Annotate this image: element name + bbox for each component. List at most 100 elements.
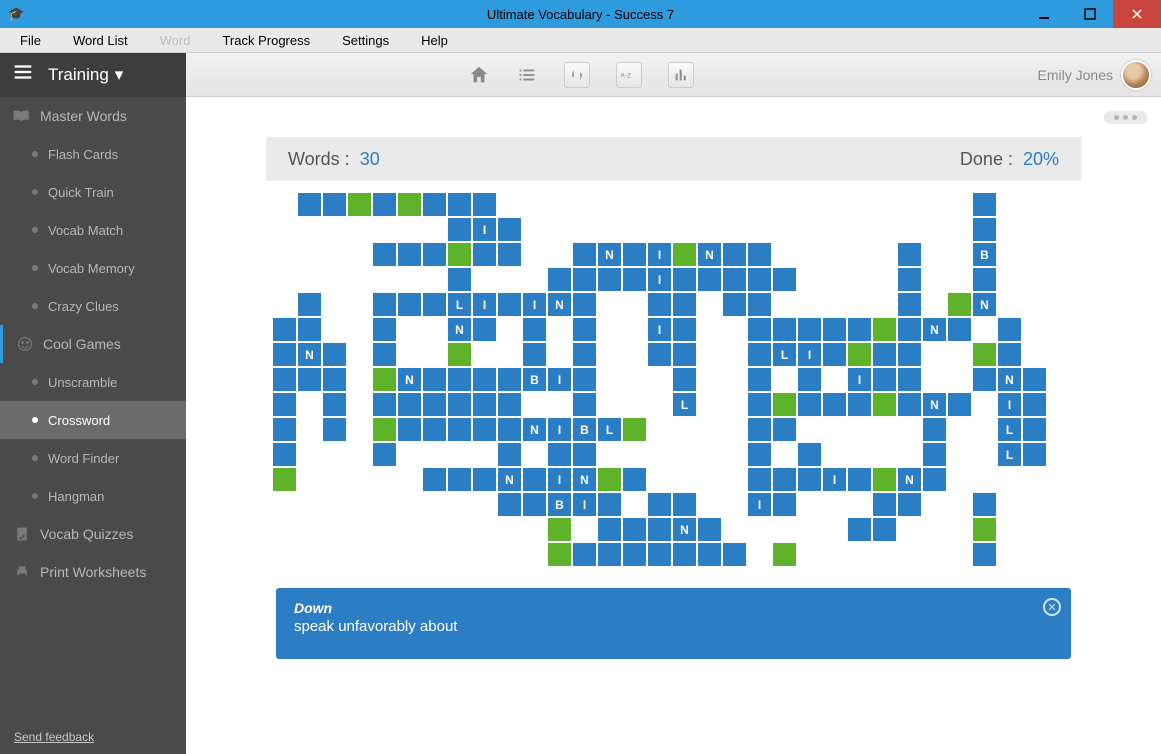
crossword-cell[interactable]: I (798, 343, 821, 366)
crossword-cell[interactable] (623, 468, 646, 491)
crossword-cell[interactable] (573, 343, 596, 366)
crossword-cell[interactable] (523, 468, 546, 491)
crossword-cell[interactable] (923, 418, 946, 441)
crossword-cell[interactable] (498, 218, 521, 241)
crossword-cell[interactable] (323, 418, 346, 441)
crossword-cell[interactable] (898, 343, 921, 366)
crossword-cell[interactable] (573, 543, 596, 566)
crossword-cell[interactable] (473, 393, 496, 416)
crossword-cell[interactable] (523, 318, 546, 341)
crossword-cell[interactable] (273, 443, 296, 466)
crossword-cell[interactable] (748, 368, 771, 391)
crossword-cell[interactable] (873, 468, 896, 491)
crossword-cell[interactable] (748, 293, 771, 316)
crossword-cell[interactable] (423, 418, 446, 441)
az-icon[interactable]: A-Z (616, 62, 642, 88)
crossword-cell[interactable] (398, 193, 421, 216)
crossword-cell[interactable] (1023, 368, 1046, 391)
crossword-cell[interactable]: L (998, 443, 1021, 466)
crossword-cell[interactable] (898, 268, 921, 291)
crossword-cell[interactable] (373, 368, 396, 391)
crossword-cell[interactable] (748, 268, 771, 291)
crossword-cell[interactable] (948, 318, 971, 341)
crossword-cell[interactable] (648, 518, 671, 541)
crossword-cell[interactable] (698, 518, 721, 541)
sidebar-section-master[interactable]: Master Words (0, 97, 186, 135)
crossword-cell[interactable] (798, 368, 821, 391)
crossword-cell[interactable] (773, 543, 796, 566)
crossword-cell[interactable] (273, 468, 296, 491)
menu-wordlist[interactable]: Word List (57, 33, 144, 48)
crossword-cell[interactable] (673, 318, 696, 341)
crossword-cell[interactable] (973, 543, 996, 566)
crossword-cell[interactable] (773, 268, 796, 291)
training-dropdown[interactable]: Training ▾ (48, 65, 123, 85)
crossword-cell[interactable]: N (898, 468, 921, 491)
menu-track[interactable]: Track Progress (206, 33, 326, 48)
crossword-cell[interactable] (423, 468, 446, 491)
crossword-cell[interactable] (723, 293, 746, 316)
crossword-cell[interactable] (473, 418, 496, 441)
sidebar-section-quizzes[interactable]: Vocab Quizzes (0, 515, 186, 553)
crossword-cell[interactable] (723, 268, 746, 291)
maximize-button[interactable] (1067, 0, 1113, 28)
crossword-cell[interactable] (298, 293, 321, 316)
crossword-cell[interactable] (373, 193, 396, 216)
crossword-cell[interactable] (448, 218, 471, 241)
crossword-cell[interactable] (373, 418, 396, 441)
crossword-cell[interactable] (423, 368, 446, 391)
crossword-cell[interactable]: I (548, 418, 571, 441)
crossword-cell[interactable] (623, 268, 646, 291)
crossword-cell[interactable] (773, 393, 796, 416)
crossword-cell[interactable]: N (523, 418, 546, 441)
crossword-cell[interactable] (648, 493, 671, 516)
sort-icon[interactable] (564, 62, 590, 88)
crossword-cell[interactable]: B (548, 493, 571, 516)
crossword-cell[interactable] (673, 243, 696, 266)
crossword-cell[interactable] (498, 393, 521, 416)
sidebar-item-unscramble[interactable]: Unscramble (0, 363, 186, 401)
crossword-cell[interactable] (623, 418, 646, 441)
sidebar-item-flash-cards[interactable]: Flash Cards (0, 135, 186, 173)
crossword-cell[interactable] (323, 193, 346, 216)
crossword-cell[interactable]: N (573, 468, 596, 491)
crossword-cell[interactable]: I (648, 243, 671, 266)
crossword-cell[interactable] (448, 243, 471, 266)
crossword-cell[interactable] (923, 468, 946, 491)
crossword-cell[interactable] (673, 293, 696, 316)
crossword-cell[interactable] (573, 393, 596, 416)
crossword-cell[interactable] (523, 493, 546, 516)
crossword-cell[interactable] (823, 343, 846, 366)
crossword-cell[interactable] (873, 368, 896, 391)
crossword-cell[interactable] (898, 368, 921, 391)
crossword-cell[interactable] (273, 418, 296, 441)
crossword-cell[interactable] (523, 343, 546, 366)
crossword-cell[interactable] (573, 243, 596, 266)
crossword-cell[interactable]: N (598, 243, 621, 266)
crossword-cell[interactable] (323, 368, 346, 391)
crossword-cell[interactable]: B (523, 368, 546, 391)
crossword-cell[interactable]: L (448, 293, 471, 316)
crossword-cell[interactable]: N (398, 368, 421, 391)
crossword-cell[interactable] (273, 393, 296, 416)
crossword-cell[interactable] (923, 443, 946, 466)
crossword-cell[interactable] (898, 393, 921, 416)
crossword-cell[interactable] (873, 493, 896, 516)
crossword-cell[interactable] (298, 193, 321, 216)
crossword-cell[interactable] (273, 368, 296, 391)
sidebar-item-crazy-clues[interactable]: Crazy Clues (0, 287, 186, 325)
crossword-cell[interactable] (798, 318, 821, 341)
crossword-cell[interactable] (598, 543, 621, 566)
crossword-cell[interactable]: B (573, 418, 596, 441)
crossword-cell[interactable] (898, 493, 921, 516)
crossword-cell[interactable] (273, 318, 296, 341)
crossword-cell[interactable] (573, 318, 596, 341)
crossword-cell[interactable] (498, 368, 521, 391)
crossword-cell[interactable] (973, 343, 996, 366)
crossword-cell[interactable] (448, 393, 471, 416)
crossword-cell[interactable]: I (573, 493, 596, 516)
crossword-cell[interactable] (573, 443, 596, 466)
crossword-cell[interactable]: I (748, 493, 771, 516)
crossword-cell[interactable] (448, 343, 471, 366)
crossword-cell[interactable] (323, 393, 346, 416)
